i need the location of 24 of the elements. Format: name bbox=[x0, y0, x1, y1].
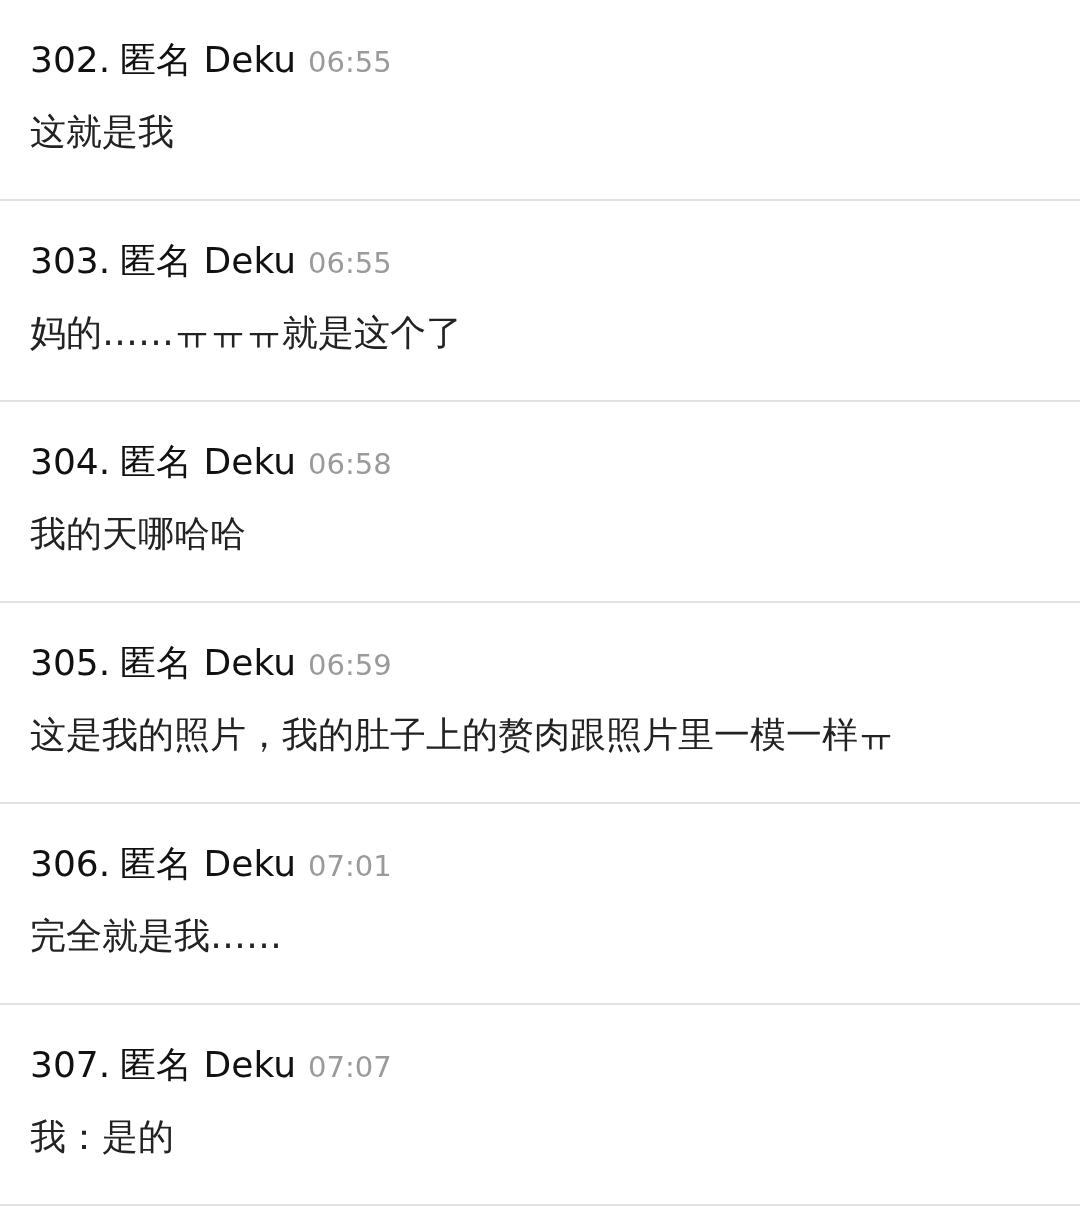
comment-time: 06:59 bbox=[308, 648, 392, 682]
comment-text: 我：是的 bbox=[30, 1115, 175, 1159]
comment-number: 307. bbox=[30, 1044, 111, 1085]
comment-time: 06:55 bbox=[308, 45, 392, 79]
author-name: 匿名 Deku bbox=[120, 239, 297, 283]
comment-time: 07:07 bbox=[308, 1050, 392, 1084]
author-name: 匿名 Deku bbox=[120, 38, 297, 82]
comment-text: 我的天哪哈哈 bbox=[30, 512, 247, 556]
comment-number: 306. bbox=[30, 843, 111, 884]
author-name: 匿名 Deku bbox=[120, 641, 297, 685]
comment-text: 完全就是我…… bbox=[30, 914, 283, 958]
comment-number: 304. bbox=[30, 441, 111, 482]
comment-time: 06:55 bbox=[308, 246, 392, 280]
author-name: 匿名 Deku bbox=[120, 1043, 297, 1087]
author-name: 匿名 Deku bbox=[120, 440, 297, 484]
comment-number: 302. bbox=[30, 39, 111, 80]
comment-text: 这就是我 bbox=[30, 110, 175, 154]
author-name: 匿名 Deku bbox=[120, 842, 297, 886]
comment-time: 06:58 bbox=[308, 447, 392, 481]
comment-time: 07:01 bbox=[308, 849, 392, 883]
comment-text: 妈的……ㅠㅠㅠ就是这个了 bbox=[30, 311, 463, 355]
comment-text: 这是我的照片，我的肚子上的赘肉跟照片里一模一样ㅠ bbox=[30, 713, 895, 757]
comment-number: 305. bbox=[30, 642, 111, 683]
comment-number: 303. bbox=[30, 240, 111, 281]
